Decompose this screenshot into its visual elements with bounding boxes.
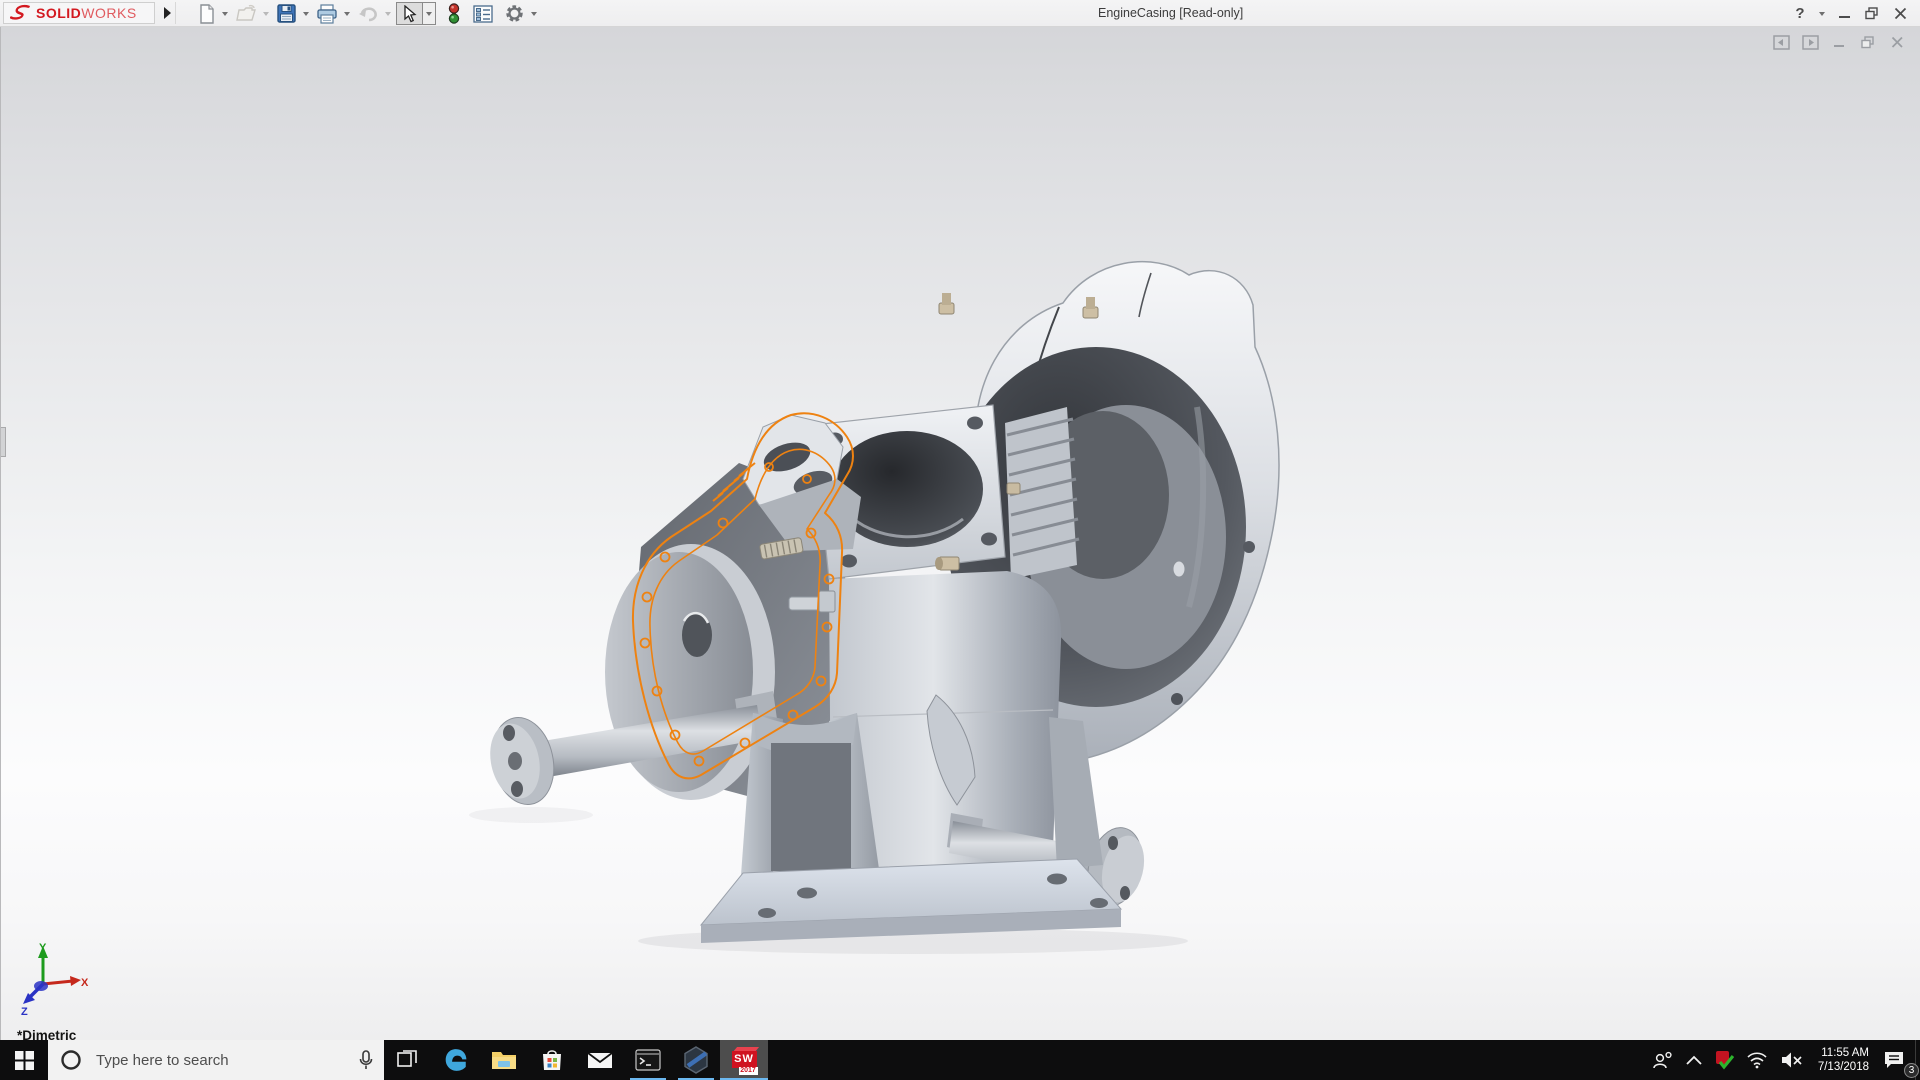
close-button[interactable]: [1888, 2, 1912, 26]
open-button[interactable]: [233, 2, 259, 26]
file-explorer-button[interactable]: [480, 1040, 528, 1080]
start-button[interactable]: [0, 1040, 48, 1080]
new-document-icon: [200, 3, 214, 24]
task-pane-button[interactable]: [471, 2, 495, 26]
chevron-up-icon: [1686, 1055, 1702, 1065]
bolt-icon: [935, 556, 960, 571]
solidworks-3s-icon: [10, 4, 30, 20]
undo-icon-disabled: [359, 6, 377, 21]
titlebar: SOLIDWORKS EngineCasing [Read-only] ?: [0, 0, 1920, 27]
sw-letters: SW: [731, 1050, 757, 1068]
help-dropdown-caret[interactable]: [1816, 2, 1828, 26]
tray-date: 7/13/2018: [1817, 1061, 1869, 1073]
new-document-button[interactable]: [196, 2, 218, 26]
windows-taskbar: SW 2017: [0, 1040, 1920, 1080]
quick-access-toolbar: [196, 0, 542, 27]
system-tray: 11:55 AM 7/13/2018 3: [1646, 1040, 1920, 1080]
solidworks-tray-button[interactable]: [1708, 1040, 1740, 1080]
sw-year: 2017: [738, 1066, 758, 1075]
search-input[interactable]: [94, 1050, 358, 1070]
print-icon: [317, 3, 337, 24]
help-label: ?: [1795, 5, 1805, 22]
restore-button[interactable]: [1860, 2, 1884, 26]
solidworks-2017-button[interactable]: SW 2017: [720, 1040, 768, 1080]
edge-button[interactable]: [432, 1040, 480, 1080]
file-explorer-icon: [492, 1052, 516, 1069]
options-dropdown-caret[interactable]: [531, 11, 537, 16]
new-dropdown-caret[interactable]: [222, 11, 228, 16]
volume-muted-icon: [1781, 1052, 1802, 1068]
x-axis-arrow: [70, 976, 81, 986]
mail-button[interactable]: [576, 1040, 624, 1080]
restore-icon: [1865, 7, 1878, 20]
print-dropdown-caret[interactable]: [344, 11, 350, 16]
minimize-icon: [1838, 16, 1850, 18]
x-axis-label: X: [81, 977, 89, 989]
solidworks-logo: SOLIDWORKS: [3, 2, 155, 24]
hexagon-app-button[interactable]: [672, 1040, 720, 1080]
select-dropdown-caret[interactable]: [423, 2, 436, 25]
undo-button[interactable]: [355, 2, 381, 26]
hidden-icons-button[interactable]: [1680, 1040, 1708, 1080]
rebuild-traffic-light-icon: [448, 2, 460, 24]
people-button[interactable]: [1646, 1040, 1680, 1080]
list-properties-icon: [473, 4, 493, 23]
y-axis-label: Y: [39, 942, 47, 954]
taskbar-search[interactable]: [48, 1040, 384, 1080]
task-view-button[interactable]: [384, 1040, 432, 1080]
bolt-icon: [1006, 482, 1021, 495]
wifi-button[interactable]: [1740, 1040, 1774, 1080]
task-view-icon: [397, 1050, 417, 1067]
select-tool-button-active[interactable]: [396, 2, 423, 25]
menu-flyout-button[interactable]: [160, 2, 176, 24]
cortana-circle-icon: [61, 1050, 81, 1070]
edge-icon: [445, 1049, 467, 1071]
help-button[interactable]: ?: [1788, 2, 1812, 26]
z-axis-label: Z: [21, 1006, 28, 1016]
select-cursor-icon: [404, 4, 417, 22]
microsoft-store-button[interactable]: [528, 1040, 576, 1080]
action-center-button[interactable]: 3: [1877, 1040, 1919, 1080]
bolt-icon: [938, 293, 955, 315]
document-title: EngineCasing [Read-only]: [1098, 6, 1244, 20]
gear-icon: [506, 5, 523, 22]
options-button[interactable]: [502, 2, 527, 26]
notification-badge: 3: [1904, 1063, 1919, 1078]
clock[interactable]: 11:55 AM 7/13/2018: [1810, 1046, 1877, 1074]
microsoft-store-icon: [543, 1050, 561, 1070]
solidworks-logo-text: SOLIDWORKS: [36, 5, 137, 21]
hexagon-app-icon: [684, 1046, 708, 1074]
engine-casing-model[interactable]: [1, 27, 1920, 1040]
microphone-icon[interactable]: [358, 1049, 374, 1071]
minimize-button[interactable]: [1832, 2, 1856, 26]
wifi-icon: [1747, 1052, 1767, 1069]
close-icon: [1894, 7, 1906, 20]
rebuild-button[interactable]: [446, 2, 462, 26]
graphics-area[interactable]: Y X Z *Dimetric: [0, 27, 1920, 1043]
command-prompt-icon: [635, 1049, 661, 1071]
action-center-icon: [1885, 1052, 1903, 1068]
volume-button[interactable]: [1774, 1040, 1810, 1080]
open-folder-icon-disabled: [236, 4, 256, 21]
mail-icon: [587, 1052, 613, 1068]
print-button[interactable]: [314, 2, 340, 26]
people-icon: [1653, 1051, 1672, 1069]
solidworks-tray-icon: [1715, 1051, 1734, 1070]
save-dropdown-caret[interactable]: [303, 11, 309, 16]
save-button[interactable]: [274, 2, 299, 26]
reference-triad: Y X Z: [21, 942, 89, 1016]
undo-dropdown-caret[interactable]: [385, 11, 391, 16]
save-floppy-icon: [277, 4, 296, 23]
open-dropdown-caret[interactable]: [263, 11, 269, 16]
flyout-arrow-icon: [164, 7, 171, 19]
tray-time: 11:55 AM: [1821, 1047, 1869, 1059]
solidworks-2017-icon: SW 2017: [731, 1046, 759, 1075]
windows-logo-icon: [14, 1050, 34, 1070]
command-prompt-button[interactable]: [624, 1040, 672, 1080]
